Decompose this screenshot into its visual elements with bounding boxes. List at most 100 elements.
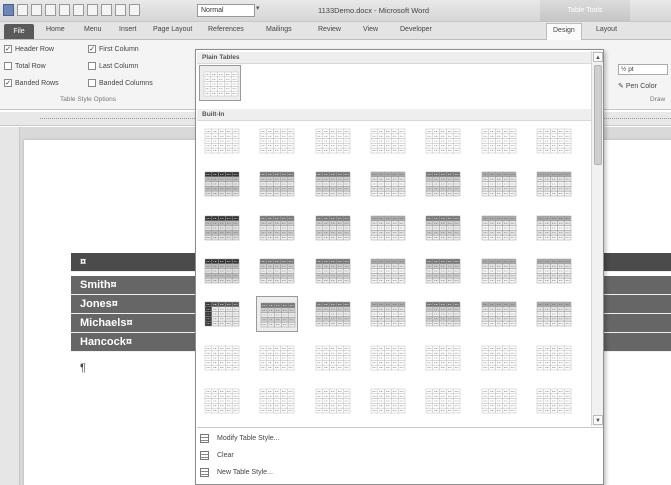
- tab-page-layout[interactable]: Page Layout: [153, 26, 192, 33]
- table-style-thumbnail[interactable]: [478, 383, 520, 419]
- undo-icon[interactable]: [31, 4, 42, 16]
- table-style-thumbnail[interactable]: [367, 166, 409, 202]
- table-style-thumbnail[interactable]: [533, 210, 575, 246]
- vertical-ruler[interactable]: [0, 127, 20, 485]
- table-style-thumbnail[interactable]: [367, 253, 409, 289]
- checkbox-icon[interactable]: [88, 79, 96, 87]
- table-style-thumbnail[interactable]: [533, 123, 575, 159]
- tab-menu[interactable]: Menu: [84, 26, 102, 33]
- table-style-thumbnail[interactable]: [422, 253, 464, 289]
- table-style-thumbnail[interactable]: [201, 166, 243, 202]
- chevron-down-icon[interactable]: ▾: [256, 4, 268, 17]
- table-style-thumbnail[interactable]: [533, 166, 575, 202]
- save-icon[interactable]: [17, 4, 28, 16]
- checkbox-icon[interactable]: ✓: [88, 45, 96, 53]
- styles-icon[interactable]: [129, 4, 140, 16]
- table-style-thumbnail[interactable]: [201, 253, 243, 289]
- table-style-thumbnail[interactable]: [478, 340, 520, 376]
- open-icon[interactable]: [59, 4, 70, 16]
- new-document-icon[interactable]: [45, 4, 56, 16]
- tab-design[interactable]: Design: [546, 23, 582, 40]
- table-style-thumbnail[interactable]: [312, 123, 354, 159]
- header-row-option[interactable]: ✓ Header Row: [4, 45, 54, 53]
- table-style-thumbnail[interactable]: [201, 296, 243, 332]
- table-style-thumbnail[interactable]: [312, 383, 354, 419]
- table-style-thumbnail[interactable]: [367, 123, 409, 159]
- table-style-thumbnail[interactable]: [312, 166, 354, 202]
- table-style-thumbnail[interactable]: [422, 340, 464, 376]
- tab-file[interactable]: File: [4, 24, 34, 39]
- table-style-thumbnail[interactable]: [312, 296, 354, 332]
- pen-color-button[interactable]: ✎ Pen Color: [618, 82, 657, 90]
- table-style-thumbnail[interactable]: [367, 296, 409, 332]
- tab-insert[interactable]: Insert: [119, 26, 137, 33]
- table-style-thumbnail[interactable]: [367, 210, 409, 246]
- total-row-option[interactable]: Total Row: [4, 62, 46, 70]
- last-column-option[interactable]: Last Column: [88, 62, 138, 70]
- tab-layout[interactable]: Layout: [596, 26, 617, 33]
- scroll-thumb[interactable]: [594, 65, 602, 165]
- gallery-scrollbar[interactable]: ▲ ▼: [591, 51, 603, 426]
- table-style-thumbnail[interactable]: [201, 210, 243, 246]
- style-combo[interactable]: Normal: [197, 4, 255, 17]
- table-style-thumbnail[interactable]: [199, 65, 241, 101]
- tab-references[interactable]: References: [208, 26, 244, 33]
- checkbox-icon[interactable]: [4, 62, 12, 70]
- table-style-thumbnail[interactable]: [422, 166, 464, 202]
- table-style-thumbnail[interactable]: [478, 210, 520, 246]
- table-style-thumbnail[interactable]: [533, 253, 575, 289]
- print-preview-icon[interactable]: [87, 4, 98, 16]
- print-icon[interactable]: [73, 4, 84, 16]
- table-style-thumbnail[interactable]: [256, 296, 298, 332]
- checkbox-icon[interactable]: [88, 62, 96, 70]
- table-style-thumbnail[interactable]: [201, 340, 243, 376]
- banded-columns-option[interactable]: Banded Columns: [88, 79, 153, 87]
- table-style-thumbnail[interactable]: [422, 296, 464, 332]
- modify-table-style-item[interactable]: Modify Table Style...: [200, 430, 400, 446]
- table-style-thumbnail[interactable]: [533, 296, 575, 332]
- tab-developer[interactable]: Developer: [400, 26, 432, 33]
- table-style-thumbnail[interactable]: [256, 383, 298, 419]
- tab-mailings[interactable]: Mailings: [266, 26, 292, 33]
- clear-item[interactable]: Clear: [200, 447, 400, 463]
- clear-icon: [200, 450, 209, 460]
- scroll-down-icon[interactable]: ▼: [593, 415, 603, 425]
- table-style-thumbnail[interactable]: [478, 253, 520, 289]
- table-style-thumbnail[interactable]: [478, 123, 520, 159]
- table-style-thumbnail[interactable]: [478, 166, 520, 202]
- table-style-thumbnail[interactable]: [533, 340, 575, 376]
- new-table-style-item[interactable]: New Table Style...: [200, 464, 400, 480]
- table-style-thumbnail[interactable]: [478, 296, 520, 332]
- spelling-icon[interactable]: [101, 4, 112, 16]
- table-style-thumbnail[interactable]: [312, 340, 354, 376]
- checkbox-icon[interactable]: ✓: [4, 79, 12, 87]
- table-style-thumbnail[interactable]: [256, 210, 298, 246]
- tab-view[interactable]: View: [363, 26, 378, 33]
- banded-rows-option[interactable]: ✓ Banded Rows: [4, 79, 59, 87]
- table-style-thumbnail[interactable]: [422, 383, 464, 419]
- tab-home[interactable]: Home: [46, 26, 65, 33]
- pen-weight-select[interactable]: ½ pt: [618, 64, 668, 75]
- menu-divider: [197, 427, 603, 428]
- table-style-thumbnail[interactable]: [312, 210, 354, 246]
- table-style-thumbnail[interactable]: [201, 123, 243, 159]
- table-style-thumbnail[interactable]: [367, 383, 409, 419]
- table-style-thumbnail[interactable]: [422, 123, 464, 159]
- table-style-thumbnail[interactable]: [533, 383, 575, 419]
- word-icon[interactable]: [3, 4, 14, 16]
- table-style-thumbnail[interactable]: [312, 253, 354, 289]
- table-style-thumbnail[interactable]: [256, 253, 298, 289]
- table-style-thumbnail[interactable]: [256, 123, 298, 159]
- redo-icon[interactable]: [115, 4, 126, 16]
- table-style-thumbnail[interactable]: [367, 340, 409, 376]
- table-style-thumbnail[interactable]: [201, 383, 243, 419]
- window-title: 1133Demo.docx - Microsoft Word: [318, 6, 430, 15]
- scroll-up-icon[interactable]: ▲: [593, 52, 603, 62]
- draw-group-label: Draw: [650, 96, 666, 103]
- table-style-thumbnail[interactable]: [422, 210, 464, 246]
- table-style-thumbnail[interactable]: [256, 340, 298, 376]
- tab-review[interactable]: Review: [318, 26, 341, 33]
- table-style-thumbnail[interactable]: [256, 166, 298, 202]
- first-column-option[interactable]: ✓ First Column: [88, 45, 139, 53]
- checkbox-icon[interactable]: ✓: [4, 45, 12, 53]
